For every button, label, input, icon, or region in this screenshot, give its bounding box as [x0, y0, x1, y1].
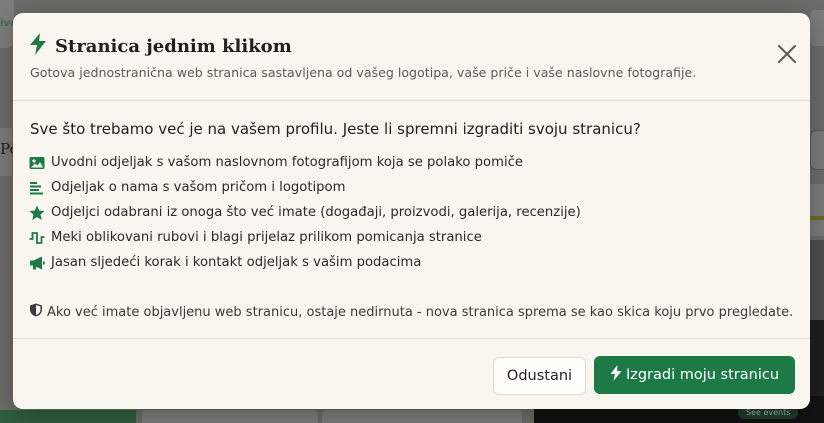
megaphone-icon: [29, 255, 45, 271]
feature-text: Jasan sljedeći korak i kontakt odjeljak …: [51, 255, 422, 270]
feature-text: Odjeljak o nama s vašom pričom i logotip…: [51, 180, 346, 195]
lightning-bolt-icon: [29, 33, 47, 59]
background-card: Po: [0, 128, 19, 176]
background-tab: [322, 410, 522, 423]
feature-text: Uvodni odjeljak s vašom naslovnom fotogr…: [51, 155, 523, 170]
list-item: Meki oblikovani rubovi i blagi prijelaz …: [29, 225, 581, 250]
shield-icon: [29, 303, 47, 321]
star-icon: [29, 205, 45, 221]
background-photo: [810, 240, 824, 320]
background-card-right: [810, 184, 824, 236]
one-click-site-dialog: Stranica jednim klikom Gotova jednostran…: [13, 13, 810, 409]
lightning-bolt-icon: [610, 365, 622, 385]
list-item: Odjeljak o nama s vašom pričom i logotip…: [29, 175, 581, 200]
image-icon: [29, 155, 45, 171]
background-header-button: [810, 10, 824, 46]
dialog-subtitle: Gotova jednostranična web stranica sasta…: [30, 65, 697, 80]
list-item: Jasan sljedeći korak i kontakt odjeljak …: [29, 250, 581, 275]
background-tab: [142, 410, 318, 423]
dialog-footer: Odustani Izgradi moju stranicu: [13, 340, 810, 409]
build-my-site-label: Izgradi moju stranicu: [625, 367, 780, 383]
dialog-title: Stranica jednim klikom: [55, 35, 292, 57]
build-my-site-button[interactable]: Izgradi moju stranicu: [594, 356, 795, 394]
dialog-question: Sve što trebamo već je na vašem profilu.…: [30, 120, 641, 138]
feature-text: Meki oblikovani rubovi i blagi prijelaz …: [51, 230, 482, 245]
dialog-body: Sve što trebamo već je na vašem profilu.…: [13, 102, 810, 339]
feature-text: Odjeljci odabrani iz onoga što već imate…: [51, 205, 581, 220]
dialog-title-row: Stranica jednim klikom: [29, 33, 292, 59]
list-item: Uvodni odjeljak s vašom naslovnom fotogr…: [29, 150, 581, 175]
wave-pulse-icon: [29, 230, 45, 246]
text-lines-icon: [29, 180, 45, 196]
background-button: [0, 410, 136, 423]
list-item: Odjeljci odabrani iz onoga što već imate…: [29, 200, 581, 225]
feature-list: Uvodni odjeljak s vašom naslovnom fotogr…: [29, 150, 581, 275]
cancel-button[interactable]: Odustani: [493, 357, 586, 395]
note-text: Ako već imate objavljenu web stranicu, o…: [47, 304, 794, 320]
close-button[interactable]: [775, 44, 799, 68]
dialog-note: Ako već imate objavljenu web stranicu, o…: [29, 303, 793, 321]
close-icon: [778, 45, 796, 67]
dialog-header: Stranica jednim klikom Gotova jednostran…: [13, 13, 810, 101]
background-input: [810, 130, 824, 170]
background-header-fragment: ivr: [0, 0, 15, 48]
